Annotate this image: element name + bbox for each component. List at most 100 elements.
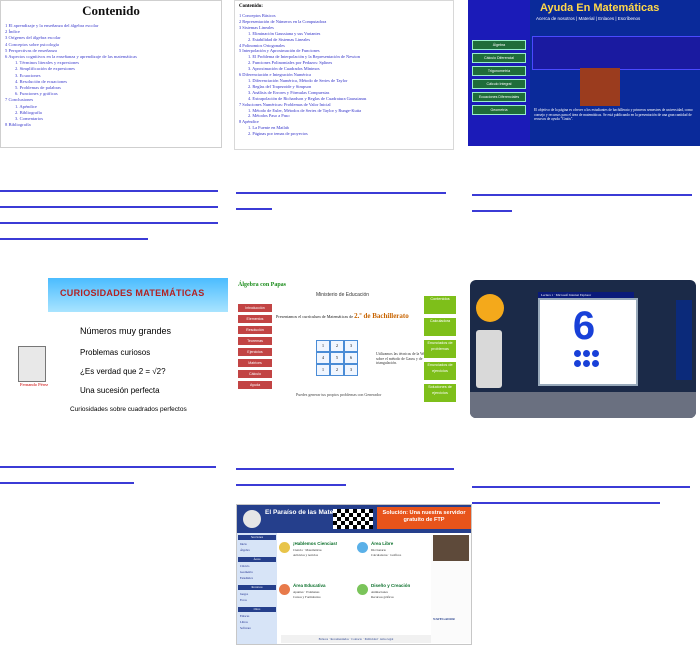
section-icon <box>279 584 290 595</box>
bottom-console <box>470 392 696 418</box>
thumb5-action-button[interactable]: Calculadora <box>424 318 456 336</box>
character-figure-icon <box>18 346 46 382</box>
thumb-numerical-contents[interactable]: Contenido: 1 Conceptos Básicos 2 Represen… <box>234 0 454 150</box>
caption-link-6a[interactable] <box>472 486 690 488</box>
thumb7-nav-item[interactable]: Enlaces <box>240 614 249 618</box>
thumb5-action-button[interactable]: Enunciados de ejercicios <box>424 362 456 380</box>
thumb6-digit: 6 <box>572 304 596 348</box>
thumb3-nav-button[interactable]: Trigonometría <box>472 66 526 76</box>
thumb5-footer: Puedes generar tus propios problemas con… <box>296 392 382 397</box>
thumb-ayuda-matematicas[interactable]: Ayuda En Matemáticas Acerca de nosotros … <box>468 0 700 146</box>
caption-link-6b[interactable] <box>472 502 660 504</box>
thumb5-action-button[interactable]: Contenidos <box>424 296 456 314</box>
thumb5-side-button[interactable]: Ejercicios <box>238 348 272 356</box>
thumb1-list: 1 El aprendizaje y la enseñanza del álge… <box>5 23 215 128</box>
thumb7-section-heading[interactable]: Área Libre <box>371 541 393 546</box>
thumb7-nav-item[interactable]: Software <box>240 626 251 630</box>
caption-link-1a[interactable] <box>0 190 218 192</box>
thumb7-nav-header: Recursos <box>238 585 276 590</box>
thumb7-nav-item[interactable]: Cálculo <box>240 564 249 568</box>
thumb-algebra-bachillerato[interactable]: Álgebra con Papas Ministerio de Educació… <box>236 280 458 416</box>
thumb7-promo[interactable]: Solución: Una nuestra servidor gratuito … <box>377 507 471 529</box>
thumb7-section-line: Animaciones <box>371 590 388 594</box>
thumb7-right-label: NAVEGADOR <box>433 617 455 621</box>
thumb7-nav-item[interactable]: Foros <box>240 598 247 602</box>
thumb7-section-heading[interactable]: ¡Hablemos Ciencias! <box>293 541 337 546</box>
caption-link-3a[interactable] <box>472 194 692 196</box>
thumb-interactive-numbers[interactable]: Lectura 1 · Microsoft Internet Explorer … <box>470 280 696 418</box>
thumb7-nav-item[interactable]: Estadística <box>240 576 253 580</box>
thumb-paraiso-matematicas[interactable]: El Paraíso de las Matemáticas Solución: … <box>236 504 472 645</box>
thumb7-bottom-links[interactable]: Enlaces · Recomendados · Contacto · Publ… <box>281 635 431 643</box>
contents-link[interactable]: 2. Páginas por temas de proyectos <box>239 131 449 137</box>
thumb7-section-line: Recursos gráficos <box>371 595 394 599</box>
caption-link-4a[interactable] <box>0 466 216 468</box>
caption-link-3b[interactable] <box>472 210 512 212</box>
count-dot <box>574 360 581 367</box>
chessboard-icon <box>333 509 373 529</box>
thumb3-paragraph: El objetivo de la página es ofrecer a lo… <box>534 108 693 122</box>
thumb5-side-button[interactable]: Teoremas <box>238 337 272 345</box>
caption-link-5b[interactable] <box>236 484 346 486</box>
caption-link-1c[interactable] <box>0 222 218 224</box>
thumb7-nav-item[interactable]: Inicio <box>240 542 247 546</box>
thumb5-side-button[interactable]: Elementos <box>238 315 272 323</box>
thumb-algebra-contents[interactable]: Contenido 1 El aprendizaje y la enseñanz… <box>0 0 222 148</box>
thumb4-item: Una sucesión perfecta <box>80 386 160 395</box>
thumb7-section-line: Diccionario <box>371 548 387 552</box>
thumb7-nav-item[interactable]: Juegos <box>240 592 248 596</box>
thumb3-menu: Acerca de nosotros | Material | Enlaces … <box>536 16 641 21</box>
caption-link-4b[interactable] <box>0 482 134 484</box>
thumb5-ministry: Ministerio de Educación <box>316 292 370 298</box>
sun-icon <box>476 294 504 322</box>
people-photo-icon <box>433 535 469 561</box>
caption-link-1d[interactable] <box>0 238 148 240</box>
thumb5-action-button[interactable]: Enunciados de problemas <box>424 340 456 358</box>
thumb5-action-button[interactable]: Soluciones de ejercicios <box>424 384 456 402</box>
thumb3-nav-button[interactable]: Álgebra <box>472 40 526 50</box>
thumb7-center: ¡Hablemos Ciencias! Ciencia · Matemáticas… <box>279 535 429 643</box>
thumb7-nav-item[interactable]: Álgebra <box>240 548 250 552</box>
thumb1-title: Contenido <box>82 3 140 18</box>
thumb4-item: Curiosidades sobre cuadrados perfectos <box>70 406 187 413</box>
thumb3-nav-button[interactable]: Geometría <box>472 105 526 115</box>
thumb4-item: Problemas curiosos <box>80 348 151 357</box>
thumb5-side-button[interactable]: Matrices <box>238 359 272 367</box>
contents-link[interactable]: 8 Bibliografía <box>5 122 215 128</box>
thumb7-section-line: Ciencia · Matemáticas <box>293 548 322 552</box>
thumb4-title: CURIOSIDADES MATEMÁTICAS <box>60 288 205 298</box>
thumb5-description: Utilizamos las técnicas de la Web sobre … <box>376 352 427 366</box>
thumb4-figure-label: Fernando Pérez <box>20 382 49 387</box>
thumb5-side-button[interactable]: Ayuda <box>238 381 272 389</box>
section-icon <box>357 542 368 553</box>
site-logo-icon <box>243 510 261 528</box>
thumb7-nav-header: Áreas <box>238 557 276 562</box>
thumb5-grade: 2.º de Bachillerato <box>354 312 409 320</box>
count-dot <box>574 350 581 357</box>
thumb7-section-heading[interactable]: Diseño y Creación <box>371 583 410 588</box>
thumb7-nav-header: Secciones <box>238 535 276 540</box>
thumb7-section-line: Cursos y Formularios <box>293 595 321 599</box>
thumb2-header: Contenido: <box>239 4 263 9</box>
section-icon <box>279 542 290 553</box>
thumb5-side-button[interactable]: Resolución <box>238 326 272 334</box>
thumb4-item: ¿Es verdad que 2 = √2? <box>80 367 166 376</box>
caption-link-1b[interactable] <box>0 206 218 208</box>
thumb-curiosidades[interactable]: CURIOSIDADES MATEMÁTICAS Números muy gra… <box>0 278 228 428</box>
thumb5-side-button[interactable]: Introducción <box>238 304 272 312</box>
caption-link-2b[interactable] <box>236 208 272 210</box>
thumb7-section-line: Calculadoras · Gráficos <box>371 553 402 557</box>
thumb3-nav-button[interactable]: Cálculo Diferencial <box>472 53 526 63</box>
thumb7-section-heading[interactable]: Área Educativa <box>293 583 326 588</box>
thumb3-nav-button[interactable]: Ecuaciones Diferenciales <box>472 92 526 102</box>
caption-link-5a[interactable] <box>236 468 454 470</box>
thumb7-nav-item[interactable]: Libros <box>240 620 248 624</box>
right-control-panel <box>676 300 692 380</box>
thumb7-section-line: Artículos y noticias <box>293 553 318 557</box>
thumb5-side-button[interactable]: Cálculo <box>238 370 272 378</box>
thumb3-nav-button[interactable]: Cálculo Integral <box>472 79 526 89</box>
caption-link-2a[interactable] <box>236 192 446 194</box>
thumb7-nav-item[interactable]: Geometría <box>240 570 253 574</box>
thumb5-logo: Álgebra con Papas <box>238 282 286 288</box>
count-dot <box>583 360 590 367</box>
